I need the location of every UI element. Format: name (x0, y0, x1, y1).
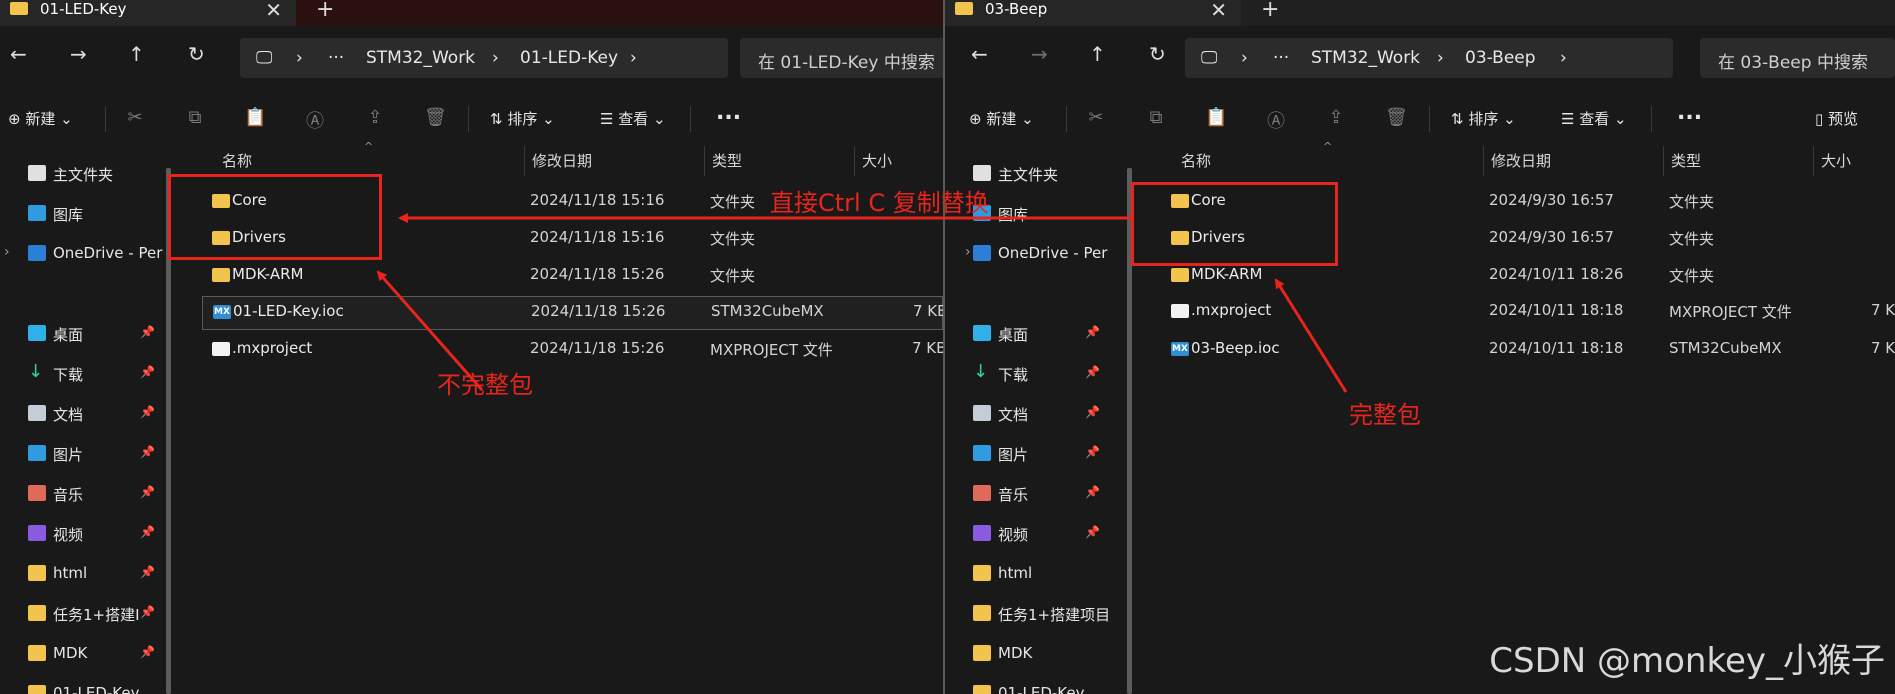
arrow-complete (1274, 278, 1348, 393)
annotation-replace: 直接Ctrl C 复制替换 (770, 189, 989, 217)
annotation-complete: 完整包 (1349, 401, 1421, 429)
annotation-arrows (376, 213, 1348, 393)
annotation-incomplete: 不完整包 (437, 371, 533, 399)
watermark: CSDN @monkey_小猴子 (1489, 641, 1885, 681)
